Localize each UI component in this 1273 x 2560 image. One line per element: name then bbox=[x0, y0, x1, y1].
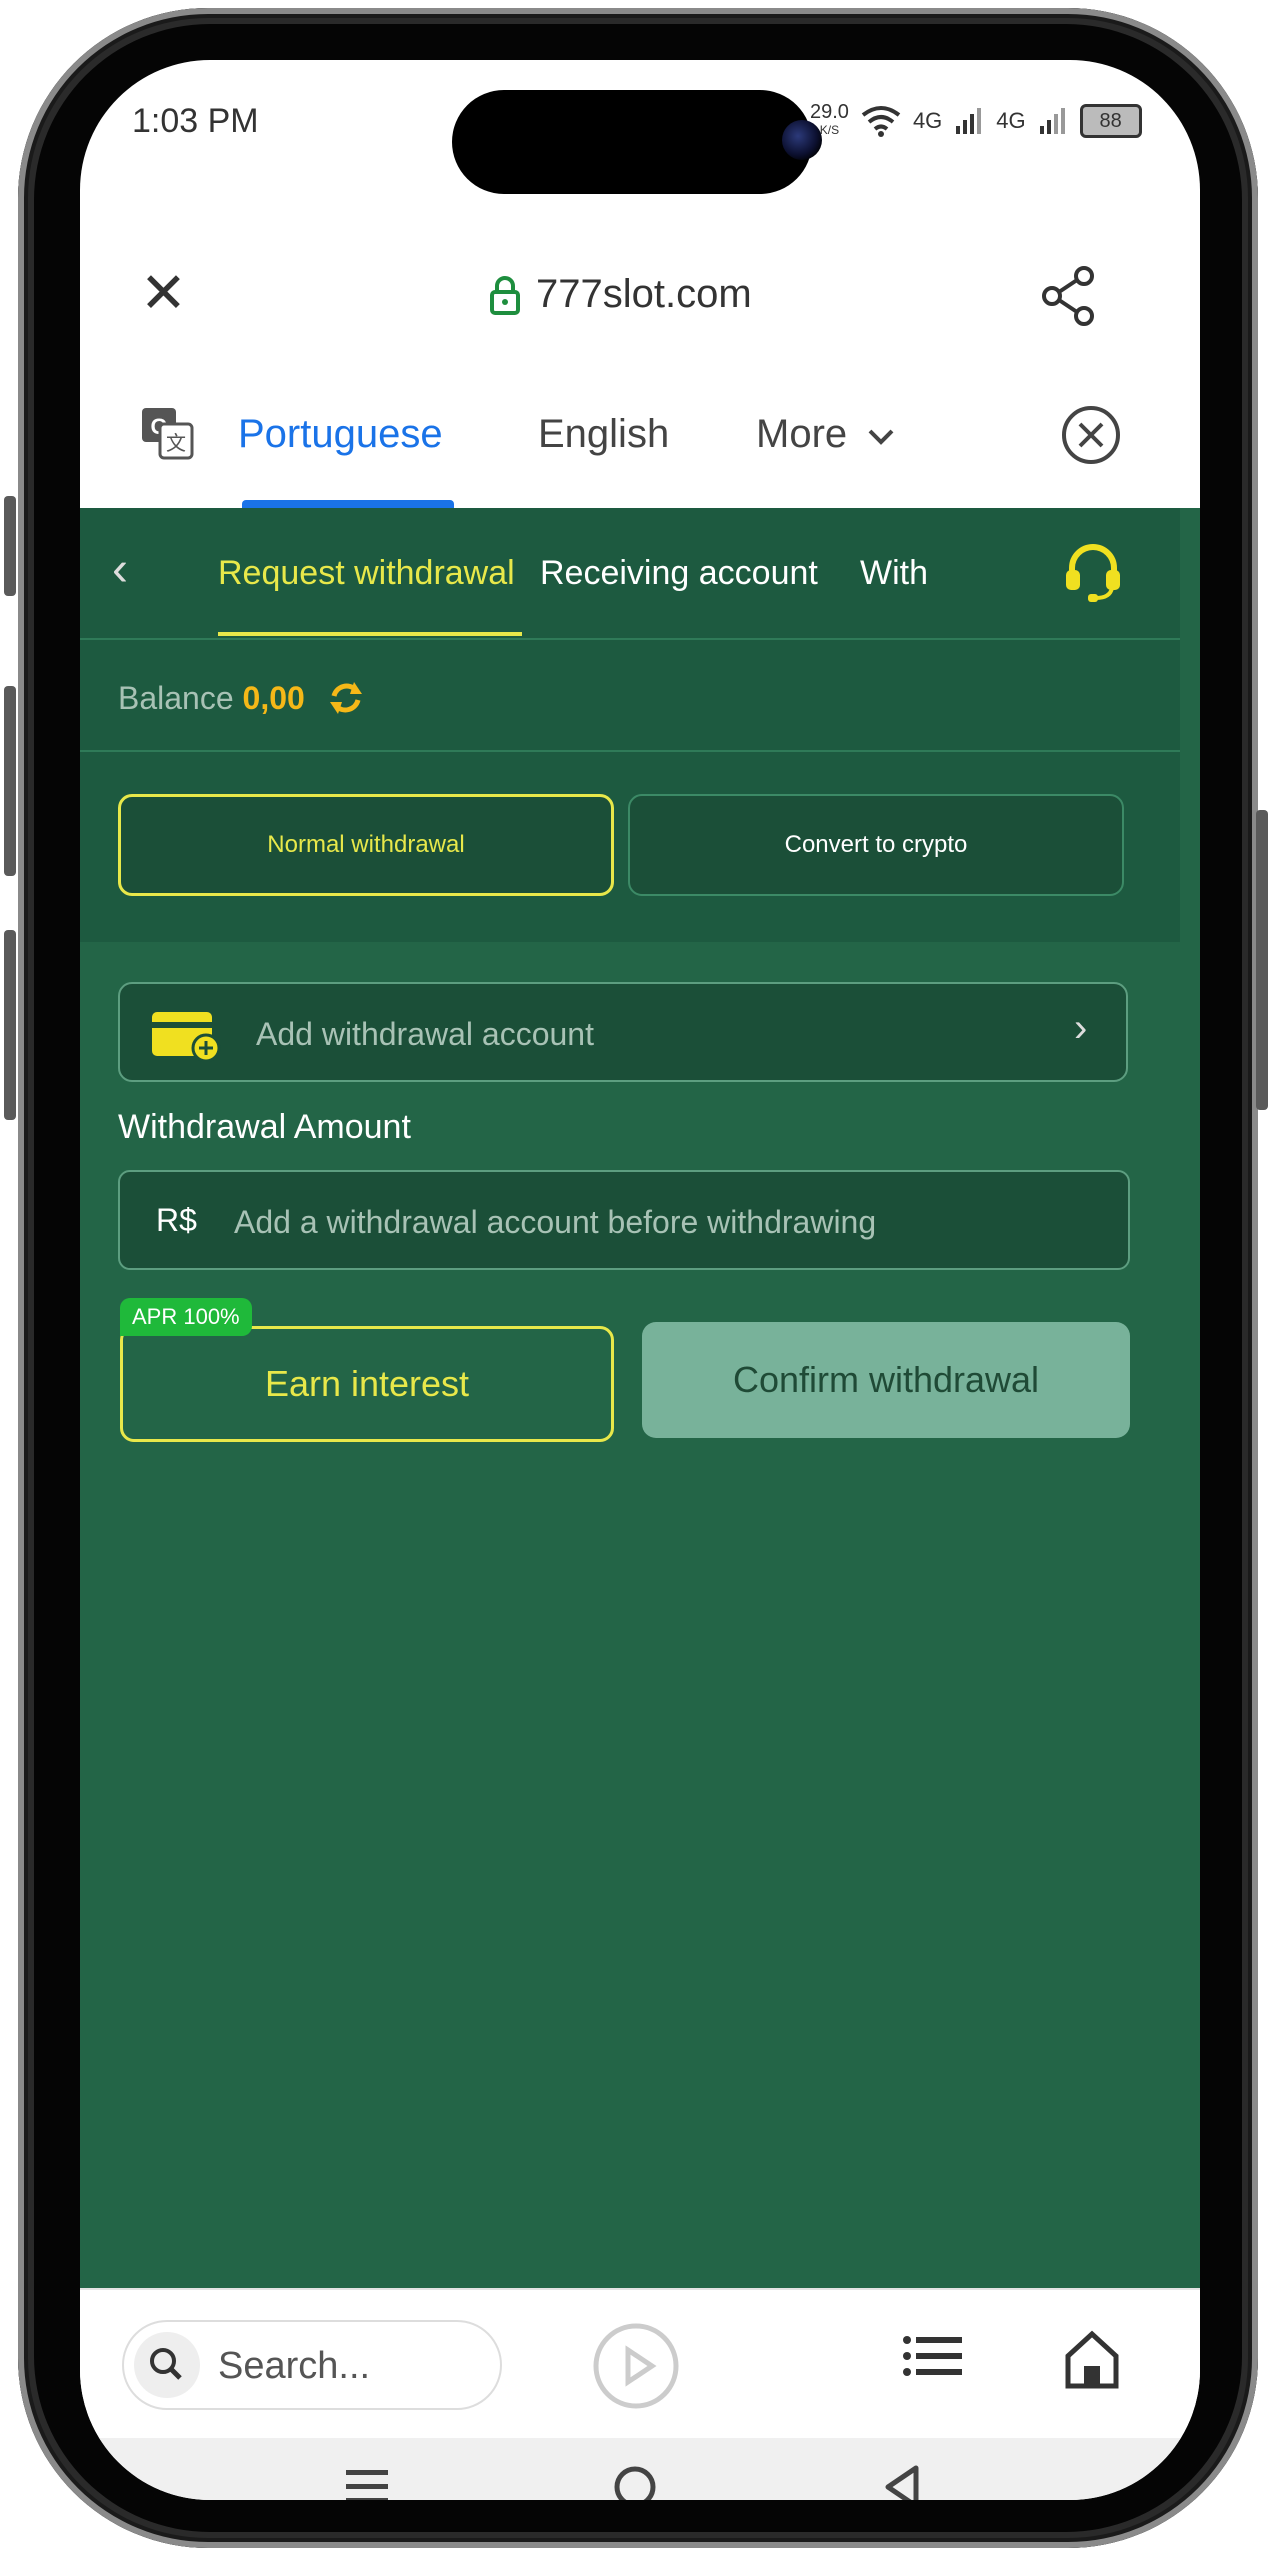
svg-text:文: 文 bbox=[166, 432, 186, 455]
signal2-label: 4G bbox=[996, 108, 1026, 133]
status-icons: 29.0 K/S 4G 4G 88 bbox=[810, 96, 1142, 146]
url-display[interactable]: 777slot.com bbox=[490, 272, 752, 317]
refresh-icon[interactable] bbox=[326, 678, 366, 718]
search-box[interactable] bbox=[122, 2320, 502, 2410]
status-time: 1:03 PM bbox=[132, 102, 259, 140]
tab-withdrawal-records[interactable]: With bbox=[860, 554, 928, 593]
withdraw-mode-selector: Normal withdrawal Convert to crypto bbox=[80, 752, 1180, 942]
browser-bottom-bar bbox=[80, 2288, 1200, 2440]
apr-badge: APR 100% bbox=[120, 1298, 252, 1336]
home-circle-icon[interactable] bbox=[610, 2462, 660, 2500]
system-nav-bar bbox=[80, 2438, 1200, 2500]
list-menu-icon[interactable] bbox=[902, 2334, 964, 2378]
close-icon[interactable]: ✕ bbox=[140, 265, 187, 321]
net-speed-value: 29.0 bbox=[810, 101, 849, 123]
signal-bars-icon bbox=[956, 108, 982, 134]
google-translate-icon: G 文 bbox=[142, 408, 194, 460]
balance-label: Balance 0,00 bbox=[118, 680, 305, 717]
tab-receiving-account[interactable]: Receiving account bbox=[540, 554, 818, 593]
earn-interest-button[interactable]: Earn interest bbox=[120, 1326, 614, 1442]
currency-symbol: R$ bbox=[156, 1202, 197, 1238]
convert-to-crypto-button[interactable]: Convert to crypto bbox=[628, 794, 1124, 896]
search-icon-wrapper bbox=[134, 2332, 200, 2398]
withdrawal-amount-input[interactable] bbox=[232, 1196, 1096, 1248]
search-icon bbox=[150, 2348, 182, 2380]
play-circle-icon[interactable] bbox=[590, 2320, 682, 2412]
battery-level: 88 bbox=[1099, 109, 1122, 132]
translate-active-underline bbox=[242, 500, 454, 508]
wallet-add-icon bbox=[152, 1012, 221, 1062]
tab-request-withdrawal[interactable]: Request withdrawal bbox=[218, 554, 515, 593]
side-button-power bbox=[1256, 810, 1268, 1110]
balance-label-text: Balance bbox=[118, 680, 234, 716]
back-icon[interactable]: ‹ bbox=[112, 542, 128, 597]
balance-value: 0,00 bbox=[242, 680, 305, 716]
lock-icon bbox=[490, 275, 520, 315]
chevron-down-icon bbox=[868, 429, 894, 445]
chevron-right-icon: › bbox=[1074, 1006, 1088, 1050]
translate-bar: G 文 Portuguese English More bbox=[80, 360, 1200, 508]
translate-more-menu[interactable]: More bbox=[756, 412, 896, 457]
wifi-icon bbox=[861, 106, 901, 137]
normal-withdrawal-button[interactable]: Normal withdrawal bbox=[118, 794, 614, 896]
withdraw-page: ‹ Request withdrawal Receiving account W… bbox=[80, 508, 1200, 2288]
add-withdrawal-account-button[interactable]: Add withdrawal account › bbox=[118, 982, 1128, 1082]
url-text: 777slot.com bbox=[536, 272, 752, 316]
withdrawal-amount-label: Withdrawal Amount bbox=[118, 1108, 411, 1146]
translate-tab-english[interactable]: English bbox=[538, 412, 669, 457]
side-button-volume-down bbox=[4, 930, 16, 1120]
recent-apps-icon[interactable] bbox=[342, 2462, 392, 2500]
back-triangle-icon[interactable] bbox=[878, 2462, 928, 2500]
home-icon[interactable] bbox=[1062, 2328, 1122, 2392]
phone-screen: 1:03 PM 29.0 K/S 4G 4G 88 ✕ 777slot.com … bbox=[80, 60, 1200, 2500]
headset-support-icon[interactable] bbox=[1060, 542, 1126, 604]
side-button-silent bbox=[4, 496, 16, 596]
dynamic-island bbox=[452, 90, 822, 194]
active-tab-underline bbox=[218, 632, 522, 636]
withdrawal-amount-field: R$ bbox=[118, 1170, 1130, 1270]
search-input[interactable] bbox=[216, 2342, 490, 2390]
confirm-withdrawal-button[interactable]: Confirm withdrawal bbox=[642, 1322, 1130, 1438]
camera-icon bbox=[782, 120, 822, 160]
signal1-label: 4G bbox=[912, 108, 943, 133]
close-circle-icon[interactable] bbox=[1060, 404, 1122, 466]
translate-tab-portuguese[interactable]: Portuguese bbox=[238, 412, 443, 457]
battery-icon: 88 bbox=[1079, 104, 1142, 138]
balance-row: Balance 0,00 bbox=[80, 640, 1180, 752]
withdraw-nav: ‹ Request withdrawal Receiving account W… bbox=[80, 508, 1180, 640]
browser-url-bar: ✕ 777slot.com bbox=[80, 210, 1200, 362]
side-button-volume-up bbox=[4, 686, 16, 876]
signal-bars-icon bbox=[1039, 108, 1065, 134]
share-icon[interactable] bbox=[1040, 266, 1096, 326]
add-withdrawal-account-label: Add withdrawal account bbox=[256, 1016, 594, 1052]
translate-more-label: More bbox=[756, 412, 848, 456]
